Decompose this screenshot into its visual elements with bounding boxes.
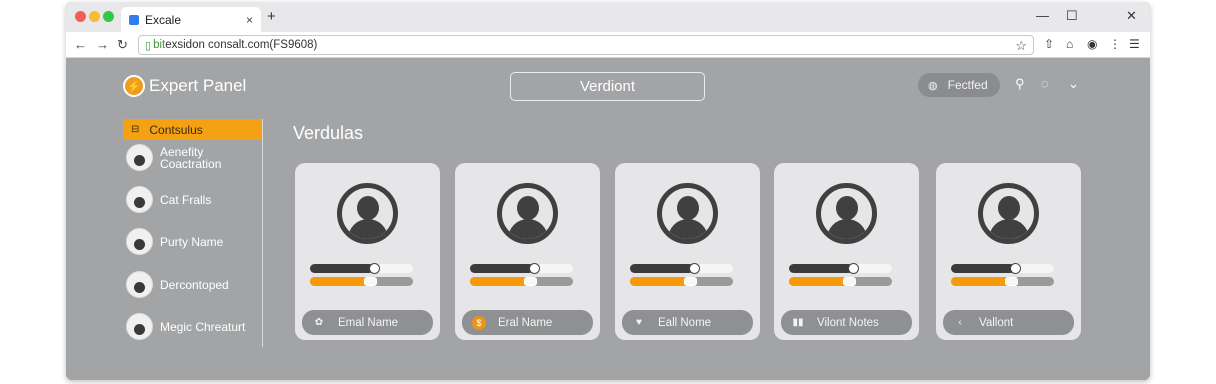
card-action-label: Emal Name (338, 316, 399, 329)
tab-title: Excale (145, 12, 182, 27)
browser-window: Excale × + — ☐ ✕ ← → ↻ ▯ bit exsidon con… (66, 2, 1150, 380)
new-tab-button[interactable]: + (267, 8, 276, 25)
minimize-window-button[interactable] (89, 11, 100, 22)
sidebar-item-label: Dercontoped (160, 277, 229, 292)
sidebar-item[interactable]: Aenefity Coactration (126, 144, 221, 171)
browser-tab[interactable]: Excale × (121, 7, 261, 32)
extension-icon[interactable]: ◉ (1087, 37, 1097, 51)
card-action-label: Vallont (979, 316, 1014, 329)
filter-pill-label: Fectfed (947, 78, 988, 92)
maximize-icon[interactable]: ☐ (1066, 8, 1078, 24)
card-action-button[interactable]: $ Eral Name (462, 310, 593, 335)
back-icon[interactable]: ← (74, 37, 87, 52)
sidebar-item[interactable]: Cat Fralls (126, 186, 211, 213)
avatar (126, 313, 153, 340)
brand-title: Expert Panel (149, 76, 247, 95)
lock-icon: ⊟ (131, 124, 140, 135)
profile-icon[interactable]: ⋮ (1109, 37, 1121, 51)
rating-slider[interactable] (951, 263, 1054, 274)
sidebar-item[interactable]: Dercontoped (126, 271, 229, 298)
chevron-down-icon[interactable]: ⌄ (1068, 76, 1079, 92)
section-title: Verdulas (293, 123, 364, 143)
close-window-button[interactable] (75, 11, 86, 22)
progress-slider[interactable] (951, 277, 1054, 286)
url-suffix: (FS9608) (269, 39, 318, 51)
card-action-button[interactable]: ✿ Emal Name (302, 310, 433, 335)
avatar (126, 228, 153, 255)
address-toolbar: ← → ↻ ▯ bit exsidon consalt.com (FS9608)… (66, 32, 1150, 58)
card-action-label: Vilont Notes (817, 316, 879, 329)
share-icon[interactable]: ⇧ (1044, 37, 1054, 51)
avatar-icon (816, 183, 877, 244)
sidebar: ⊟ Contsulus Aenefity Coactration Cat Fra… (123, 119, 263, 347)
url-host: exsidon consalt.com (165, 39, 270, 51)
maximize-window-button[interactable] (103, 11, 114, 22)
expert-card[interactable]: ‹ Vallont (936, 163, 1081, 340)
home-icon[interactable]: ⌂ (1066, 37, 1073, 51)
avatar-icon (978, 183, 1039, 244)
coin-icon: $ (472, 315, 486, 330)
sidebar-item-label: Aenefity Coactration (160, 144, 222, 171)
sidebar-item-label: Cat Fralls (160, 192, 212, 207)
reload-icon[interactable]: ↻ (117, 37, 128, 53)
gear-icon: ✿ (314, 317, 324, 328)
avatar-icon (337, 183, 398, 244)
search-icon[interactable]: ⚲ (1015, 76, 1025, 92)
rating-slider[interactable] (470, 263, 573, 274)
expert-card[interactable]: ▮▮ Vilont Notes (774, 163, 919, 340)
expert-card[interactable]: ✿ Emal Name (295, 163, 440, 340)
expert-card[interactable]: ♥ Eall Nome (615, 163, 760, 340)
card-action-button[interactable]: ♥ Eall Nome (622, 310, 753, 335)
sidebar-item[interactable]: Megic Chreaturt (126, 313, 245, 340)
back-icon: ‹ (958, 317, 962, 328)
minimize-icon[interactable]: — (1036, 8, 1049, 23)
card-action-button[interactable]: ▮▮ Vilont Notes (781, 310, 912, 335)
card-action-label: Eall Nome (658, 316, 712, 329)
avatar (126, 271, 153, 298)
grid-icon: ▮▮ (792, 317, 804, 328)
brand-logo-icon: ⚡ (123, 75, 145, 97)
sidebar-item-label: Megic Chreaturt (160, 319, 246, 334)
bookmark-star-icon[interactable]: ☆ (1015, 38, 1027, 54)
tab-close-icon[interactable]: × (246, 13, 253, 27)
search-input[interactable]: Verdiont (510, 72, 705, 101)
favicon-icon (129, 14, 139, 25)
avatar (126, 144, 153, 171)
url-prefix: bit (153, 39, 166, 51)
sidebar-item-label: Purty Name (160, 234, 224, 249)
progress-slider[interactable] (470, 277, 573, 286)
filter-pill[interactable]: ◍ Fectfed (918, 73, 1000, 97)
filter-icon: ◍ (928, 79, 938, 92)
sidebar-item[interactable]: Purty Name (126, 228, 223, 255)
forward-icon[interactable]: → (96, 37, 109, 52)
chat-icon[interactable]: ◌ (1041, 76, 1049, 91)
progress-slider[interactable] (789, 277, 892, 286)
progress-slider[interactable] (630, 277, 733, 286)
close-icon[interactable]: ✕ (1126, 8, 1137, 24)
progress-slider[interactable] (310, 277, 413, 286)
title-bar: Excale × + — ☐ ✕ (66, 2, 1150, 32)
heart-icon: ♥ (636, 317, 642, 328)
rating-slider[interactable] (310, 263, 413, 274)
url-field[interactable]: ▯ bit exsidon consalt.com (FS9608) ☆ (138, 35, 1034, 55)
menu-icon[interactable]: ☰ (1129, 37, 1140, 51)
card-action-button[interactable]: ‹ Vallont (943, 310, 1074, 335)
card-action-label: Eral Name (498, 316, 553, 329)
rating-slider[interactable] (630, 263, 733, 274)
app-content: ⚡ Expert Panel Verdiont ◍ Fectfed ⚲ ◌ ⌄ … (66, 59, 1150, 380)
lock-icon: ▯ (145, 39, 152, 52)
avatar (126, 186, 153, 213)
sidebar-item-label: Contsulus (149, 122, 203, 137)
rating-slider[interactable] (789, 263, 892, 274)
sidebar-item-active[interactable]: ⊟ Contsulus (123, 119, 262, 140)
expert-card[interactable]: $ Eral Name (455, 163, 600, 340)
avatar-icon (497, 183, 558, 244)
avatar-icon (657, 183, 718, 244)
brand[interactable]: ⚡ Expert Panel (123, 75, 246, 97)
